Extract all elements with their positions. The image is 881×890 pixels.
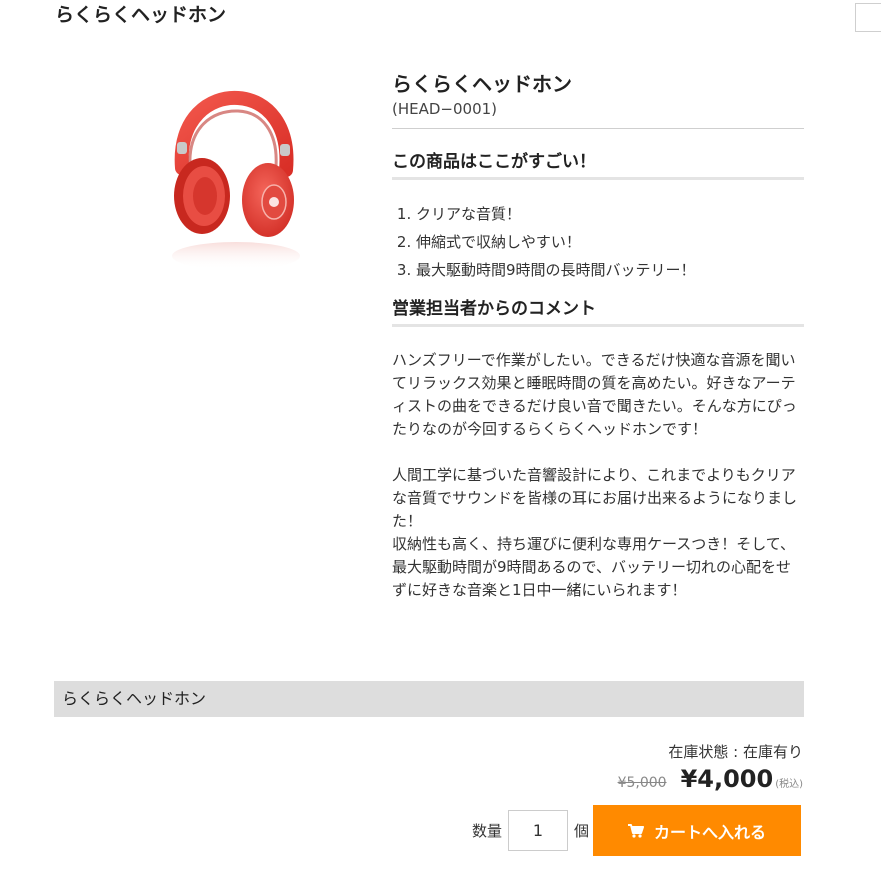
comment-heading: 営業担当者からのコメント [392, 296, 804, 327]
original-price: ¥5,000 [617, 775, 667, 791]
quantity-row: 数量 個 カートへ入れる [472, 805, 802, 856]
top-right-box [855, 3, 881, 32]
features-list: クリアな音質！ 伸縮式で収納しやすい！ 最大駆動時間9時間の長時間バッテリー！ [392, 200, 804, 284]
product-name: らくらくヘッドホン [392, 72, 572, 96]
product-code: (HEAD−0001) [392, 98, 804, 129]
purchase-product-name: らくらくヘッドホン [54, 681, 804, 717]
quantity-unit: 個 [574, 822, 590, 840]
add-to-cart-button[interactable]: カートへ入れる [593, 805, 802, 856]
red-headphones-image [172, 90, 300, 270]
product-info: らくらくヘッドホン (HEAD−0001) この商品はここがすごい！ クリアな音… [392, 70, 804, 602]
price-row: ¥5,000 ¥4,000 (税込) [618, 765, 803, 793]
tax-note: (税込) [775, 779, 803, 790]
feature-item: 伸縮式で収納しやすい！ [416, 228, 804, 256]
shopping-cart-icon [628, 823, 645, 838]
stock-status: 在庫状態 : 在庫有り [668, 743, 803, 761]
sales-comment: ハンズフリーで作業がしたい。できるだけ快適な音源を聞いてリラックス効果と睡眠時間… [392, 351, 798, 599]
features-heading: この商品はここがすごい！ [392, 149, 804, 180]
quantity-label: 数量 [472, 822, 503, 840]
add-to-cart-label: カートへ入れる [654, 822, 767, 842]
feature-item: クリアな音質！ [416, 200, 804, 228]
sale-price: ¥4,000 [680, 765, 774, 793]
page-title: らくらくヘッドホン [55, 4, 227, 26]
quantity-input[interactable] [508, 810, 569, 851]
product-image [150, 78, 310, 274]
feature-item: 最大駆動時間9時間の長時間バッテリー！ [416, 256, 804, 284]
